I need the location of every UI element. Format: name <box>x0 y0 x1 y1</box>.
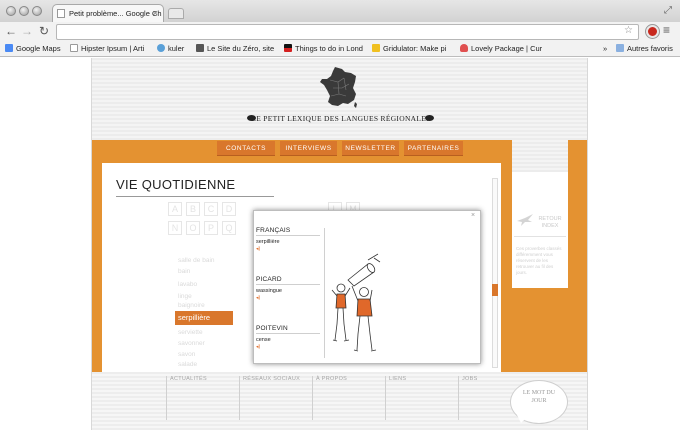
bookmark-gridulator[interactable]: Gridulator: Make pi <box>372 44 454 53</box>
maps-icon <box>5 44 13 52</box>
minimize-window-button[interactable] <box>19 6 29 16</box>
letter-o[interactable]: O <box>186 221 200 235</box>
category-header: salle de bain <box>178 257 215 264</box>
language-picard: PICARD <box>256 276 282 283</box>
speaker-icon[interactable]: ◂) <box>256 246 260 252</box>
word-picard: wassingue <box>256 288 282 294</box>
children-illustration <box>331 253 381 352</box>
selected-word[interactable]: serpillière <box>175 311 233 325</box>
bookmark-hipster-ipsum[interactable]: Hipster Ipsum | Arti <box>70 44 152 53</box>
tab-title: Petit problème... Google Ch <box>69 9 162 18</box>
content-scrollbar[interactable] <box>492 178 498 368</box>
language-divider <box>256 333 320 334</box>
bookmark-star-icon[interactable]: ☆ <box>624 25 633 36</box>
bubble-tail <box>517 415 529 423</box>
word-item[interactable]: baignoire <box>178 302 205 309</box>
footer-col-liens[interactable]: LIENS <box>385 376 457 420</box>
menu-icon[interactable]: ≡ <box>663 23 670 37</box>
sidebar-divider <box>514 236 566 237</box>
zero-icon <box>196 44 204 52</box>
word-item[interactable]: salade <box>178 361 197 368</box>
address-bar[interactable]: ☆ <box>56 24 639 40</box>
retour-index-link[interactable]: RETOUR INDEX <box>535 216 565 230</box>
close-window-button[interactable] <box>6 6 16 16</box>
page-icon <box>70 44 78 52</box>
letter-n[interactable]: N <box>168 221 182 235</box>
flag-icon <box>284 44 292 52</box>
reload-icon[interactable]: ↻ <box>37 24 51 38</box>
word-poitevin: cense <box>256 337 271 343</box>
footer-col-jobs[interactable]: JOBS <box>458 376 506 420</box>
word-item[interactable]: savonner <box>178 340 205 347</box>
language-divider <box>256 284 320 285</box>
speaker-icon[interactable]: ◂) <box>256 295 260 301</box>
modal-close-icon[interactable]: × <box>471 212 475 219</box>
page-icon <box>57 9 65 18</box>
zoom-window-button[interactable] <box>32 6 42 16</box>
browser-toolbar: ← → ↻ ☆ ≡ <box>0 22 680 42</box>
letter-a[interactable]: A <box>168 202 182 216</box>
nav-contacts[interactable]: CONTACTS <box>217 141 275 155</box>
word-item[interactable]: lavabo <box>178 281 197 288</box>
folder-icon <box>616 44 624 52</box>
word-item[interactable]: savon <box>178 351 195 358</box>
nav-newsletter[interactable]: NEWSLETTER <box>342 141 399 155</box>
scroll-marker <box>492 284 498 296</box>
letter-p[interactable]: P <box>204 221 218 235</box>
site-title: LE PETIT LEXIQUE DES LANGUES RÉGIONALES <box>251 114 431 123</box>
bookmark-kuler[interactable]: kuler <box>157 44 193 53</box>
section-title: VIE QUOTIDIENNE <box>116 177 236 192</box>
footer-col-actualites[interactable]: ACTUALITÉS <box>166 376 238 420</box>
bookmark-things-to-do[interactable]: Things to do in Lond <box>284 44 366 53</box>
bird-icon[interactable] <box>516 213 534 227</box>
bookmarks-bar: Google Maps Hipster Ipsum | Arti kuler L… <box>0 42 680 57</box>
bookmarks-overflow-icon[interactable]: » <box>603 44 607 53</box>
kuler-icon <box>157 44 165 52</box>
france-map-icon <box>320 67 357 108</box>
bookmark-google-maps[interactable]: Google Maps <box>5 44 65 53</box>
fullscreen-icon[interactable]: ⤢ <box>664 5 672 16</box>
grid-icon <box>372 44 380 52</box>
new-tab-button[interactable] <box>168 8 184 19</box>
word-item[interactable]: bain <box>178 268 190 275</box>
nav-interviews[interactable]: INTERVIEWS <box>280 141 337 155</box>
modal-divider <box>324 228 325 358</box>
letter-d[interactable]: D <box>222 202 236 216</box>
sidebar-text: Ces proverbes classés différemment vous … <box>516 246 562 275</box>
back-icon[interactable]: ← <box>4 24 18 38</box>
speaker-icon[interactable]: ◂) <box>256 344 260 350</box>
browser-tab[interactable]: Petit problème... Google Ch × <box>52 4 164 22</box>
tab-close-icon[interactable]: × <box>153 8 158 18</box>
forward-icon[interactable]: → <box>20 24 34 38</box>
word-item[interactable]: linge <box>178 293 192 300</box>
bookmark-site-du-zero[interactable]: Le Site du Zéro, site <box>196 44 280 53</box>
bookmark-lovely-package[interactable]: Lovely Package | Cur <box>460 44 542 53</box>
other-bookmarks-folder[interactable]: Autres favoris <box>616 44 673 53</box>
letter-q[interactable]: Q <box>222 221 236 235</box>
language-francais: FRANÇAIS <box>256 227 291 234</box>
right-sidebar-header <box>512 140 568 172</box>
nav-partenaires[interactable]: PARTENAIRES <box>404 141 463 155</box>
stop-extension-icon[interactable] <box>646 25 659 38</box>
language-divider <box>256 235 320 236</box>
footer-col-apropos[interactable]: À PROPOS <box>312 376 384 420</box>
title-dot-right <box>425 115 434 121</box>
word-francais: serpillière <box>256 239 280 245</box>
letter-b[interactable]: B <box>186 202 200 216</box>
language-poitevin: POITEVIN <box>256 325 288 332</box>
word-item[interactable]: serviette <box>178 329 203 336</box>
letter-c[interactable]: C <box>204 202 218 216</box>
heart-icon <box>460 44 468 52</box>
title-underline <box>116 196 274 197</box>
browser-titlebar: Petit problème... Google Ch × ⤢ <box>0 0 680 22</box>
footer-col-reseaux[interactable]: RÉSEAUX SOCIAUX <box>239 376 311 420</box>
